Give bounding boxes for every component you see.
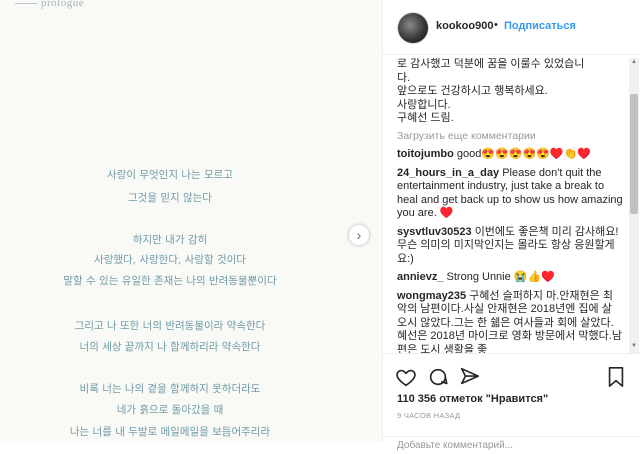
avatar[interactable] (397, 12, 429, 44)
bookmark-icon[interactable] (605, 366, 627, 388)
heart-icon[interactable] (395, 366, 417, 388)
post-side-panel: kookoo900 • Подписаться 로 감사했고 덕분에 꿈을 이룰… (382, 0, 640, 451)
poem-line: 사랑했다, 사랑한다, 사랑할 것이다 (94, 254, 246, 266)
chevron-right-icon: › (356, 227, 362, 243)
comment-username[interactable]: wongmay235 (397, 290, 466, 302)
add-comment-input[interactable]: Добавьте комментарий... (383, 436, 640, 454)
poem-line: 말할 수 있는 유일한 존재는 나의 반려동물뿐이다 (63, 275, 277, 287)
follow-button[interactable]: Подписаться (504, 20, 576, 32)
comment-icon[interactable] (427, 366, 449, 388)
poem-line: 사랑이 무엇인지 나는 모르고 (107, 169, 233, 181)
comment-username[interactable]: 24_hours_in_a_day (397, 167, 499, 179)
poem-line: 그것을 믿지 않는다 (128, 192, 212, 204)
comment-item: wongmay235 구혜선 슬퍼하지 마.안재현은 최악의 남편이다.사실 안… (397, 290, 623, 354)
poem-line: 그리고 나 또한 너의 반려동물이라 약속한다 (74, 320, 266, 332)
poem-line: 너의 세상 끝까지 나 함께하리라 약속한다 (79, 341, 261, 353)
comment-username[interactable]: toitojumbo (397, 148, 454, 160)
username-link[interactable]: kookoo900 (436, 20, 493, 32)
share-icon[interactable] (459, 366, 481, 388)
comment-item: 24_hours_in_a_day Please don't quit the … (397, 167, 623, 221)
comments-scrollbar[interactable]: ▲ ▼ (629, 58, 639, 353)
header-separator: • (494, 19, 498, 31)
load-more-comments-link[interactable]: Загрузить еще комментарии (397, 130, 623, 144)
comment-item: toitojumbo good😍😍😍😍😍♥️👏♥️ (397, 148, 623, 162)
poem-line: 네가 흙으로 돌아갔을 때 (116, 404, 224, 416)
comment-text: good😍😍😍😍😍♥️👏♥️ (456, 148, 591, 160)
prologue-text: prologue (41, 0, 85, 9)
likes-count[interactable]: 110 356 отметок "Нравится" (397, 393, 548, 405)
post-actions: 110 356 отметок "Нравится" 9 ЧАСОВ НАЗАД… (383, 353, 640, 451)
caption-line: 앞으로도 건강하시고 행복하세요. (397, 85, 548, 97)
next-image-button[interactable]: › (348, 224, 370, 246)
post-header: kookoo900 • Подписаться (383, 0, 640, 55)
comments-list: 로 감사했고 덕분에 꿈을 이룰수 있었습니 다. 앞으로도 건강하시고 행복하… (397, 58, 623, 353)
post-timestamp[interactable]: 9 ЧАСОВ НАЗАД (397, 411, 460, 420)
poem-line: 하지만 내가 감히 (132, 234, 208, 246)
comment-text: Strong Unnie 😭👍♥️ (446, 271, 555, 283)
caption-line: 구혜선 드림. (397, 112, 454, 124)
poem-line: 비록 너는 나의 곁을 함께하지 못하더라도 (79, 383, 261, 395)
comment-item: sysvtluv30523 이번에도 좋은책 미리 감사해요! 무슨 의미의 미… (397, 226, 623, 267)
prologue-label: prologue (15, 0, 84, 9)
caption-line: 다. (397, 71, 411, 84)
scroll-down-icon[interactable]: ▼ (631, 343, 637, 349)
comment-username[interactable]: sysvtluv30523 (397, 226, 472, 238)
poem-line: 나는 너를 내 두발로 메일메일을 보듬어주리라 (69, 426, 271, 438)
comment-username[interactable]: annievz_ (397, 271, 443, 283)
post-image: prologue 사랑이 무엇인지 나는 모르고 그것을 믿지 않는다 하지만 … (0, 0, 382, 441)
scroll-up-icon[interactable]: ▲ (631, 59, 637, 65)
scrollbar-thumb[interactable] (630, 94, 638, 214)
caption-line: 사랑합니다. (397, 98, 451, 111)
caption-line: 로 감사했고 덕분에 꿈을 이룰수 있었습니 (397, 58, 585, 70)
prologue-divider (15, 2, 37, 4)
comment-item: annievz_ Strong Unnie 😭👍♥️ (397, 271, 623, 285)
